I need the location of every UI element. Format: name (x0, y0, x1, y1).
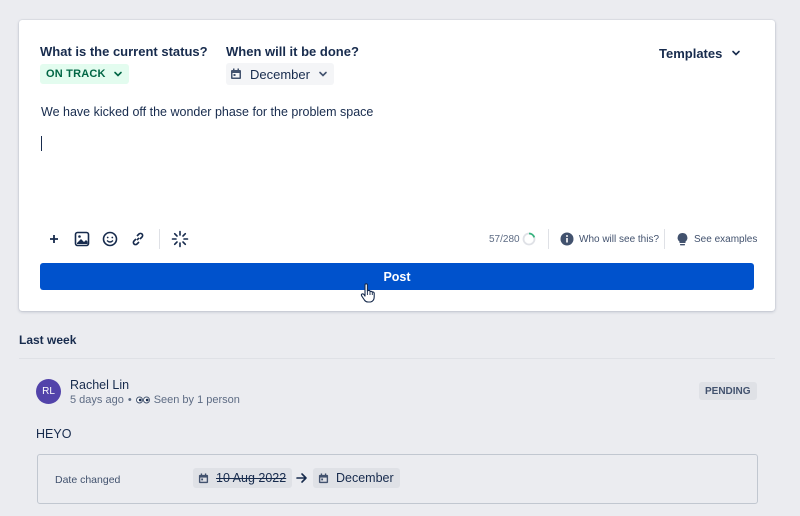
due-date-value: December (250, 66, 310, 82)
new-date-chip: December (313, 468, 400, 488)
chevron-down-icon (319, 71, 327, 77)
arrow-right-icon (296, 473, 307, 483)
insert-emoji-button[interactable] (99, 228, 121, 250)
calendar-icon (198, 472, 209, 483)
timestamp: 5 days ago (70, 394, 124, 406)
dot-separator: • (127, 394, 132, 406)
ai-sparkle-icon (171, 230, 189, 248)
chevron-down-icon (113, 71, 122, 77)
link-icon (132, 232, 144, 246)
image-icon (74, 231, 90, 247)
update-composer: What is the current status? ON TRACK Whe… (19, 20, 775, 311)
info-icon (560, 232, 574, 246)
status-badge: PENDING (699, 382, 757, 400)
divider (664, 229, 665, 249)
new-date: December (336, 471, 394, 485)
change-label: Date changed (55, 474, 121, 486)
insert-link-button[interactable] (127, 228, 149, 250)
author-name[interactable]: Rachel Lin (70, 378, 129, 392)
toolbar-divider (159, 229, 160, 249)
date-change-box: Date changed 10 Aug 2022 December (37, 454, 758, 504)
chevron-down-icon (732, 50, 741, 56)
old-date-chip: 10 Aug 2022 (193, 468, 293, 488)
ai-assist-button[interactable] (169, 228, 191, 250)
avatar[interactable]: RL (36, 379, 61, 404)
editor-content[interactable]: We have kicked off the wonder phase for … (41, 105, 373, 119)
character-count: 57/280 (489, 234, 520, 245)
emoji-icon (102, 231, 118, 247)
insert-button[interactable] (43, 228, 65, 250)
divider (548, 229, 549, 249)
status-label: What is the current status? (40, 44, 208, 59)
who-will-see-label: Who will see this? (579, 233, 660, 245)
who-will-see-link[interactable]: Who will see this? (560, 230, 659, 248)
update-text: HEYO (36, 427, 72, 441)
lightbulb-icon (677, 232, 688, 245)
update-card: RL Rachel Lin 5 days ago • Seen by 1 per… (19, 358, 775, 516)
old-date: 10 Aug 2022 (216, 471, 287, 485)
seen-by[interactable]: Seen by 1 person (154, 394, 240, 406)
update-meta: 5 days ago • Seen by 1 person (70, 394, 240, 406)
calendar-icon (231, 68, 241, 79)
plus-icon (50, 235, 58, 243)
due-label: When will it be done? (226, 44, 359, 59)
insert-image-button[interactable] (71, 228, 93, 250)
due-date-picker[interactable]: December (226, 63, 334, 85)
templates-dropdown[interactable]: Templates (653, 42, 747, 64)
see-examples-link[interactable]: See examples (676, 230, 757, 248)
post-button[interactable]: Post (40, 263, 754, 290)
status-value: ON TRACK (46, 68, 106, 80)
eyes-icon (135, 396, 150, 404)
section-title-last-week: Last week (19, 333, 77, 347)
hand-pointer-cursor-icon (360, 283, 375, 303)
templates-label: Templates (659, 45, 723, 61)
text-caret (41, 136, 42, 151)
status-dropdown[interactable]: ON TRACK (40, 64, 129, 84)
see-examples-label: See examples (694, 233, 758, 245)
calendar-icon (318, 472, 329, 483)
character-progress-ring (522, 232, 536, 246)
